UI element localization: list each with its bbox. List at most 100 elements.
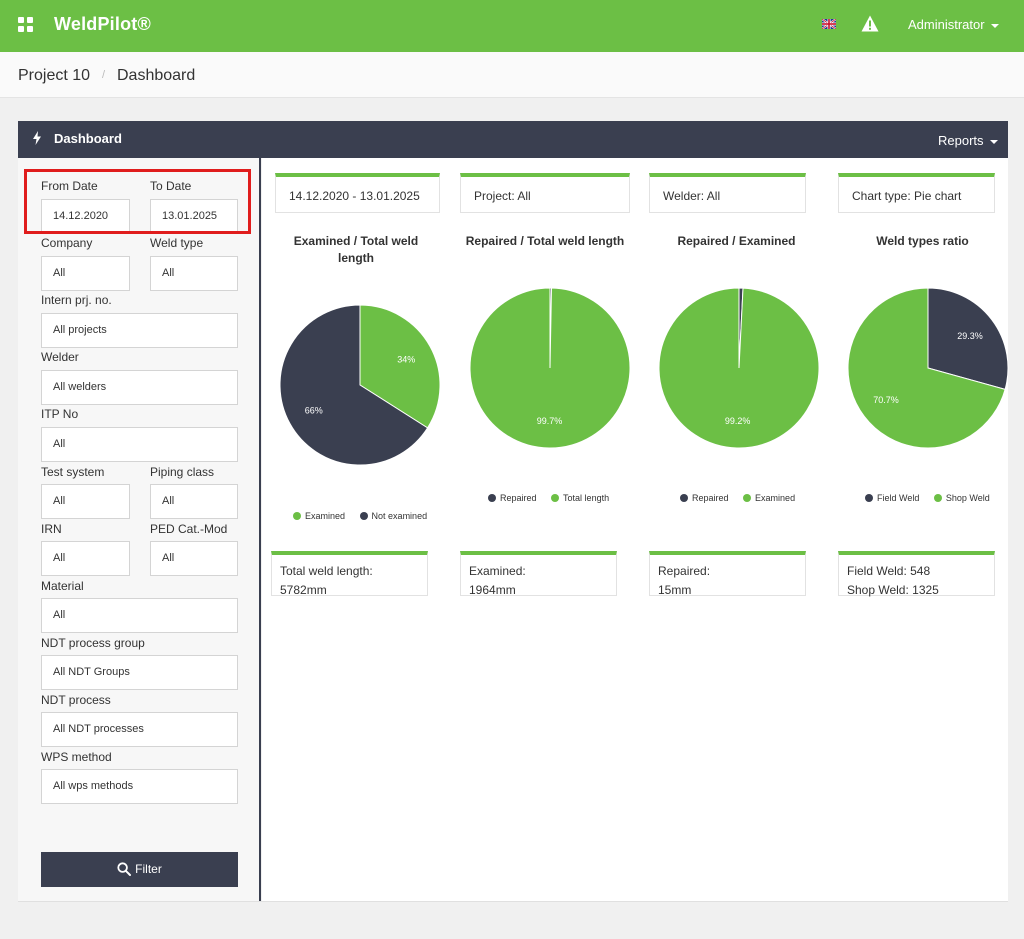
legend-item[interactable]: Not examined	[359, 511, 428, 521]
warning-icon[interactable]	[861, 15, 879, 32]
wps-method-select[interactable]: All wps methods	[41, 769, 238, 804]
pie-chart-examined: 34% 66%	[279, 304, 441, 466]
piping-class-label: Piping class	[150, 465, 215, 479]
stat-card-repaired: Repaired: 15mm	[649, 551, 806, 597]
ped-cat-select[interactable]: All	[150, 541, 238, 576]
chart-title-weld-types: Weld types ratio	[876, 234, 969, 248]
breadcrumb-page: Dashboard	[117, 67, 196, 84]
company-select[interactable]: All	[41, 256, 130, 291]
stat-card-weld-types: Field Weld: 548 Shop Weld: 1325	[838, 551, 995, 597]
intern-prj-label: Intern prj. no.	[41, 293, 112, 307]
stat-card-examined: Examined: 1964mm	[460, 551, 617, 597]
pie-slice-label: 29.3%	[957, 331, 983, 341]
stat-value: Shop Weld: 1325	[847, 583, 939, 597]
legend-item[interactable]: Examined	[743, 493, 795, 503]
filter-button-label: Filter	[135, 862, 162, 876]
panel-title: Dashboard	[54, 131, 122, 146]
legend-label: Examined	[755, 493, 796, 503]
breadcrumb-project[interactable]: Project 10	[18, 67, 90, 85]
stat-value: 15mm	[658, 583, 692, 597]
legend-dot	[743, 493, 752, 502]
legend-item[interactable]: Repaired	[488, 493, 537, 503]
legend-dot	[551, 493, 560, 502]
stat-label: Field Weld: 548	[847, 564, 931, 578]
legend-label: Shop Weld	[945, 493, 990, 503]
chart-title-examined: Examined / Total weld length	[293, 234, 419, 265]
uk-flag-icon[interactable]	[822, 19, 836, 29]
app-brand[interactable]: WeldPilot®	[54, 14, 151, 35]
user-name: Administrator	[908, 17, 985, 32]
chart-title-repaired-total: Repaired / Total weld length	[465, 234, 625, 248]
chart-title-repaired-examined: Repaired / Examined	[677, 234, 796, 248]
search-icon	[117, 862, 132, 876]
ndt-process-select[interactable]: All NDT processes	[41, 712, 238, 747]
legend-label: Examined	[305, 511, 346, 521]
legend-label: Repaired	[692, 493, 729, 503]
legend-item[interactable]: Examined	[293, 511, 345, 521]
legend-item[interactable]: Field Weld	[865, 493, 919, 503]
stat-card-total-length: Total weld length: 5782mm	[271, 551, 428, 597]
breadcrumb: Project 10 / Dashboard	[0, 52, 1024, 98]
date-range-text: 14.12.2020 - 13.01.2025	[289, 189, 420, 203]
legend-dot	[680, 493, 688, 502]
legend-item[interactable]: Total length	[551, 493, 609, 503]
legend-label: Repaired	[500, 493, 537, 503]
ndt-group-select[interactable]: All NDT Groups	[41, 655, 238, 690]
legend-item[interactable]: Repaired	[680, 493, 729, 503]
legend-dot	[293, 511, 301, 520]
material-select[interactable]: All	[41, 598, 238, 633]
ndt-process-label: NDT process	[41, 693, 111, 707]
intern-prj-select[interactable]: All projects	[41, 313, 238, 348]
welder-select[interactable]: All welders	[41, 370, 238, 405]
test-system-select[interactable]: All	[41, 484, 130, 519]
itp-no-label: ITP No	[41, 407, 79, 421]
pie-slice-label: 66%	[305, 405, 323, 415]
bolt-icon	[33, 131, 41, 145]
company-label: Company	[41, 236, 93, 250]
legend-item[interactable]: Shop Weld	[933, 493, 990, 503]
user-menu[interactable]: Administrator	[908, 17, 999, 32]
welder-card: Welder: All	[649, 173, 806, 213]
legend-dot	[865, 493, 873, 502]
project-card: Project: All	[460, 173, 630, 213]
pie-chart-weld-types: 29.3% 70.7%	[847, 287, 1009, 449]
apps-grid-icon[interactable]	[18, 17, 34, 33]
legend-repaired-examined: Repaired Examined	[680, 493, 807, 503]
itp-no-select[interactable]: All	[41, 427, 238, 462]
wps-method-label: WPS method	[41, 750, 112, 764]
reports-label: Reports	[938, 133, 984, 148]
legend-dot	[933, 493, 942, 502]
project-text: Project: All	[474, 189, 531, 203]
stat-label: Total weld length:	[280, 564, 373, 578]
pie-chart-repaired-examined: 99.2%	[658, 287, 820, 449]
welder-text: Welder: All	[663, 189, 721, 203]
legend-dot	[488, 493, 496, 502]
piping-class-select[interactable]: All	[150, 484, 238, 519]
legend-label: Not examined	[371, 511, 428, 521]
ndt-group-label: NDT process group	[41, 636, 145, 650]
chart-type-card: Chart type: Pie chart	[838, 173, 995, 213]
irn-label: IRN	[41, 522, 62, 536]
pie-slice-label: 99.7%	[537, 416, 563, 426]
date-range-card: 14.12.2020 - 13.01.2025	[275, 173, 440, 213]
legend-weld-types: Field Weld Shop Weld	[865, 493, 990, 503]
irn-select[interactable]: All	[41, 541, 130, 576]
legend-repaired-total: Repaired Total length	[488, 493, 621, 503]
stat-value: 5782mm	[280, 583, 327, 597]
pie-chart-repaired-total: 99.7%	[469, 287, 631, 449]
stat-label: Repaired:	[658, 564, 711, 578]
reports-dropdown[interactable]: Reports	[938, 133, 998, 148]
weld-type-select[interactable]: All	[150, 256, 238, 291]
caret-down-icon	[990, 23, 999, 28]
pie-slice-label: 70.7%	[873, 395, 899, 405]
dashboard-content	[262, 158, 1008, 901]
legend-examined: Examined Not examined	[293, 511, 439, 521]
legend-dot	[359, 511, 368, 520]
legend-label: Total length	[563, 493, 610, 503]
dashboard-panel-header: Dashboard Reports	[18, 121, 1008, 158]
date-range-highlight	[24, 169, 251, 234]
stat-value: 1964mm	[469, 583, 516, 597]
filter-button[interactable]: Filter	[41, 852, 238, 887]
test-system-label: Test system	[41, 465, 105, 479]
chart-type-text: Chart type: Pie chart	[852, 189, 962, 203]
